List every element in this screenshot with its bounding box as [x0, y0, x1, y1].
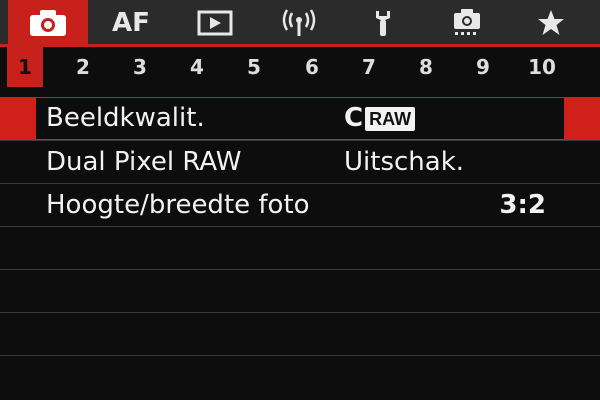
tab-bar: AF [0, 0, 600, 46]
row-divider [0, 269, 600, 270]
row-divider [0, 312, 600, 313]
menu-item-value: 3:2 [499, 190, 546, 220]
menu-item-label: Beeldkwalit. [46, 103, 205, 133]
page-4[interactable]: 4 [177, 47, 217, 87]
page-2[interactable]: 2 [63, 47, 103, 87]
star-icon [538, 10, 564, 35]
page-10[interactable]: 10 [522, 47, 562, 87]
page-5[interactable]: 5 [234, 47, 274, 87]
tab-my-menu[interactable] [516, 0, 586, 46]
menu-item-value: Uitschak. [344, 147, 465, 177]
page-6[interactable]: 6 [292, 47, 332, 87]
tab-wireless[interactable] [264, 0, 334, 46]
wireless-icon [282, 9, 316, 36]
wrench-icon [376, 11, 390, 36]
af-label: AF [112, 8, 150, 38]
menu-item-label: Hoogte/breedte foto [46, 190, 310, 220]
tab-playback[interactable] [180, 0, 250, 46]
craw-prefix: C [344, 103, 364, 133]
tab-af[interactable]: AF [96, 0, 166, 46]
tab-shooting[interactable] [8, 0, 88, 46]
raw-badge: RAW [365, 106, 416, 131]
page-3[interactable]: 3 [120, 47, 160, 87]
camera-icon [30, 10, 66, 36]
row-divider [0, 355, 600, 356]
camera-menu-screen: AF 1 2 3 4 5 6 7 8 9 10 Beeldkwalit. C R… [0, 0, 600, 400]
tab-setup[interactable] [348, 0, 418, 46]
page-1[interactable]: 1 [7, 47, 43, 87]
menu-item-image-quality[interactable]: Beeldkwalit. C RAW [0, 97, 600, 140]
custom-camera-icon [454, 9, 480, 35]
menu-item-label: Dual Pixel RAW [46, 147, 242, 177]
tab-custom[interactable] [432, 0, 502, 46]
menu-item-aspect-ratio[interactable]: Hoogte/breedte foto 3:2 [0, 184, 600, 227]
menu-item-dual-pixel-raw[interactable]: Dual Pixel RAW Uitschak. [0, 141, 600, 184]
page-selector: 1 2 3 4 5 6 7 8 9 10 [0, 47, 600, 87]
playback-icon [197, 10, 233, 36]
page-8[interactable]: 8 [406, 47, 446, 87]
page-7[interactable]: 7 [349, 47, 389, 87]
menu-item-value: C RAW [344, 97, 416, 140]
selection-marker-right [564, 97, 600, 140]
selection-marker-left [0, 97, 36, 140]
page-9[interactable]: 9 [463, 47, 503, 87]
